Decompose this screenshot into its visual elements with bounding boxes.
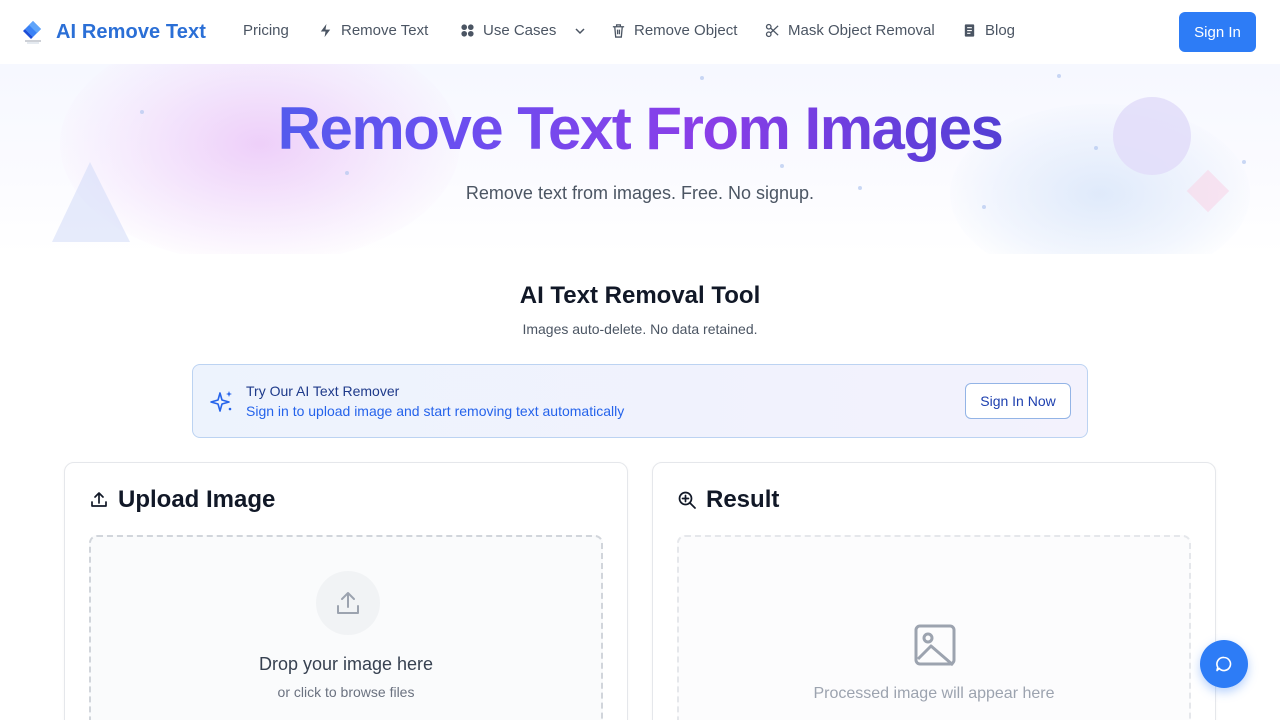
zoom-in-icon — [678, 491, 696, 509]
result-placeholder-text: Processed image will appear here — [813, 685, 1055, 702]
nav-remove-object[interactable]: Remove Object — [611, 22, 737, 39]
chevron-down-icon — [575, 27, 585, 34]
upload-card-header: Upload Image — [89, 486, 275, 514]
banner-title: Try Our AI Text Remover — [246, 383, 400, 399]
banner-text: Sign in to upload image and start removi… — [246, 403, 625, 419]
upload-arrow-icon — [337, 592, 359, 614]
result-card: Result Processed image will appear here — [652, 462, 1216, 720]
nav-mask-object-removal-label: Mask Object Removal — [788, 22, 935, 39]
tool-subtitle: Images auto-delete. No data retained. — [522, 321, 758, 337]
nav-use-cases[interactable]: Use Cases — [460, 22, 586, 39]
scissors-icon — [765, 23, 779, 38]
nav-use-cases-label: Use Cases — [483, 22, 557, 39]
eraser-logo-icon — [23, 21, 41, 44]
nav-pricing[interactable]: Pricing — [243, 22, 289, 39]
result-card-title: Result — [706, 486, 780, 513]
hero-subtitle: Remove text from images. Free. No signup… — [465, 183, 815, 203]
image-placeholder-icon — [914, 624, 956, 667]
hero-decor-dot — [780, 164, 784, 168]
upload-circle — [316, 571, 380, 635]
chat-bubble-icon — [1216, 656, 1232, 672]
hero-section: Remove Text From Images Remove text from… — [0, 64, 1280, 254]
trash-icon — [612, 24, 625, 38]
brand-link[interactable]: AI Remove Text — [22, 20, 206, 44]
document-icon — [964, 24, 975, 37]
grid-icon — [461, 24, 474, 37]
drop-image-text: Drop your image here — [258, 654, 434, 674]
top-nav: AI Remove Text Pricing Remove Text Use C… — [0, 0, 1280, 64]
hero-decor-dot — [982, 205, 986, 209]
sign-in-button[interactable]: Sign In — [1179, 12, 1256, 52]
lightning-icon — [320, 23, 331, 38]
tool-title: AI Text Removal Tool — [519, 282, 761, 309]
result-preview-area: Processed image will appear here — [677, 535, 1191, 720]
sign-in-now-button[interactable]: Sign In Now — [965, 383, 1071, 419]
hero-decor-dot — [1057, 74, 1061, 78]
nav-remove-text-label: Remove Text — [341, 22, 429, 39]
upload-card: Upload Image Drop your image here or cli… — [64, 462, 628, 720]
signin-banner: Try Our AI Text Remover Sign in to uploa… — [192, 364, 1088, 438]
nav-remove-object-label: Remove Object — [634, 22, 738, 39]
upload-icon — [91, 492, 107, 507]
nav-pricing-label: Pricing — [243, 22, 289, 39]
hero-decor-dot — [700, 76, 704, 80]
nav-remove-text[interactable]: Remove Text — [318, 22, 428, 39]
nav-blog[interactable]: Blog — [962, 22, 1015, 39]
brand-name: AI Remove Text — [56, 20, 206, 43]
result-card-header: Result — [677, 486, 779, 514]
nav-blog-label: Blog — [985, 22, 1016, 39]
upload-dropzone[interactable]: Drop your image here or click to browse … — [89, 535, 603, 720]
upload-card-title: Upload Image — [118, 486, 276, 513]
hero-title: Remove Text From Images — [0, 94, 1280, 163]
sparkles-icon — [210, 391, 232, 412]
chat-widget-button[interactable] — [1200, 640, 1248, 688]
browse-files-text: or click to browse files — [277, 684, 415, 700]
nav-mask-object-removal[interactable]: Mask Object Removal — [765, 22, 935, 39]
hero-decor-dot — [345, 171, 349, 175]
